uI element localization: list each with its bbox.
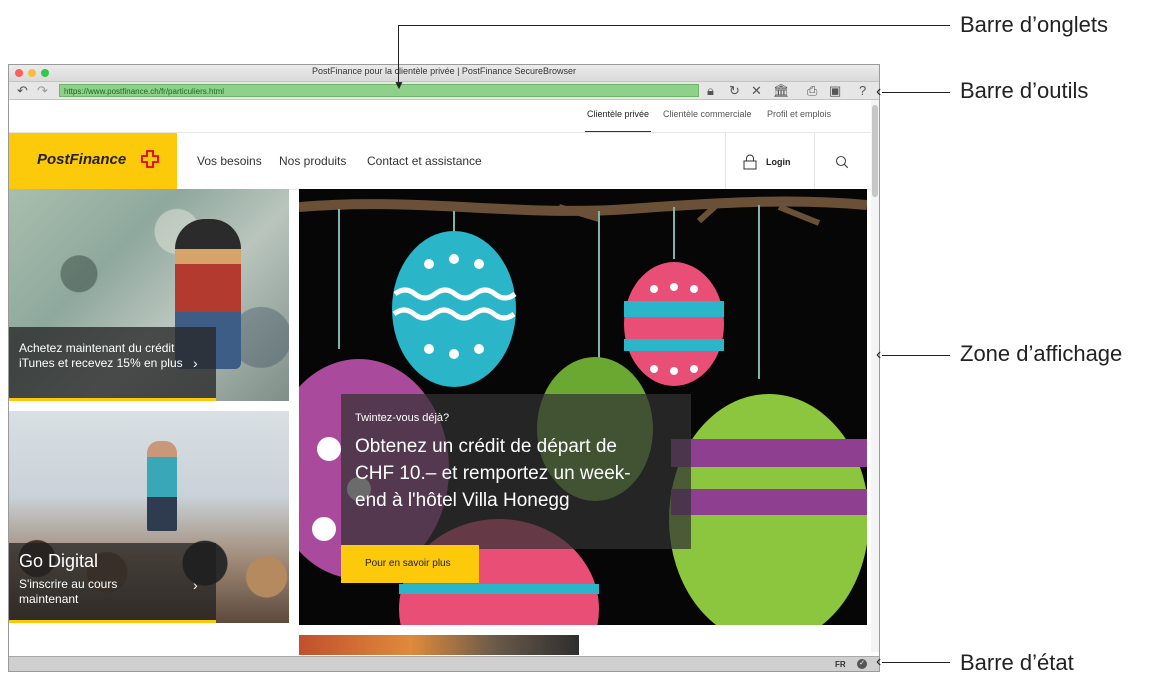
display-callout-arrow-icon: ‹ — [876, 346, 882, 363]
pdf-icon[interactable]: ▣ — [829, 82, 841, 99]
display-callout-line — [882, 355, 950, 356]
topnav-business[interactable]: Clientèle commerciale — [663, 109, 752, 119]
reload-icon[interactable]: ↻ — [729, 82, 740, 99]
search-divider — [814, 133, 815, 189]
padlock-icon — [743, 154, 757, 170]
bank-icon[interactable]: 🏛︎ — [773, 82, 790, 99]
help-icon[interactable]: ? — [859, 82, 866, 99]
secure-check-icon: ✓ — [857, 659, 867, 669]
chevron-right-icon: › — [193, 577, 198, 593]
url-bar[interactable]: https://www.postfinance.ch/fr/particulie… — [59, 84, 699, 97]
login-label: Login — [766, 157, 791, 167]
tile-title: Go Digital — [19, 551, 99, 571]
tools-callout-arrow-icon: ‹ — [876, 83, 882, 100]
browser-window: PostFinance pour la clientèle privée | P… — [8, 64, 880, 672]
nav-needs[interactable]: Vos besoins — [197, 154, 262, 168]
search-icon[interactable] — [835, 155, 849, 169]
itunes-tile[interactable]: Achetez maintenant du crédit iTunes et r… — [9, 189, 289, 401]
lock-icon[interactable]: 🔒︎ — [707, 82, 714, 99]
presenter-figure — [147, 441, 177, 531]
logo-text: PostFinance — [37, 151, 127, 168]
tile-caption-text: Achetez maintenant du crédit iTunes et r… — [19, 341, 183, 370]
topnav-private[interactable]: Clientèle privée — [587, 109, 649, 119]
login-button[interactable]: Login — [726, 133, 814, 189]
swiss-cross-icon — [141, 150, 159, 168]
scrollbar-thumb[interactable] — [872, 105, 878, 197]
hero-cta-button[interactable]: Pour en savoir plus — [341, 545, 479, 583]
hero-kicker: Twintez-vous déjà? — [355, 412, 450, 424]
tools-callout-line — [882, 92, 950, 93]
topnav-jobs[interactable]: Profil et emplois — [767, 109, 831, 119]
status-callout-line — [882, 662, 950, 663]
title-bar: PostFinance pour la clientèle privée | P… — [9, 65, 879, 82]
hero-cta-label: Pour en savoir plus — [365, 558, 451, 569]
tabs-annotation-label: Barre d’onglets — [960, 12, 1108, 37]
window-title: PostFinance pour la clientèle privée | P… — [312, 66, 576, 76]
nav-contact[interactable]: Contact et assistance — [367, 154, 482, 168]
chevron-right-icon: › — [193, 355, 198, 371]
stop-icon[interactable]: ✕ — [751, 82, 762, 99]
go-digital-tile[interactable]: Go Digital S'inscrire au cours maintenan… — [9, 411, 289, 623]
tile-caption-text: S'inscrire au cours maintenant — [19, 577, 118, 606]
tools-annotation-label: Barre d’outils — [960, 78, 1089, 103]
postfinance-logo[interactable]: PostFinance — [9, 133, 177, 189]
print-icon[interactable]: ⎙ — [807, 82, 817, 99]
status-callout-arrow-icon: ‹ — [876, 653, 882, 670]
status-annotation-label: Barre d’état — [960, 650, 1074, 675]
tabs-callout-arrow-icon: ▼ — [393, 78, 405, 92]
tile-accent-bar — [9, 398, 216, 401]
bottom-teaser-image[interactable] — [299, 635, 579, 655]
display-annotation-label: Zone d’affichage — [960, 341, 1123, 366]
tabs-callout-horizontal-line — [398, 25, 950, 26]
hero-headline: Obtenez un crédit de départ de CHF 10.– … — [355, 436, 631, 511]
toolbar: ↶ ↷ https://www.postfinance.ch/fr/partic… — [9, 82, 879, 100]
language-label[interactable]: FR — [835, 660, 846, 669]
hero-banner[interactable]: Twintez-vous déjà? Obtenez un crédit de … — [299, 189, 867, 625]
nav-products[interactable]: Nos produits — [279, 154, 346, 168]
back-icon[interactable]: ↶ — [17, 82, 28, 99]
forward-icon[interactable]: ↷ — [37, 82, 48, 99]
tile-accent-bar — [9, 620, 216, 623]
